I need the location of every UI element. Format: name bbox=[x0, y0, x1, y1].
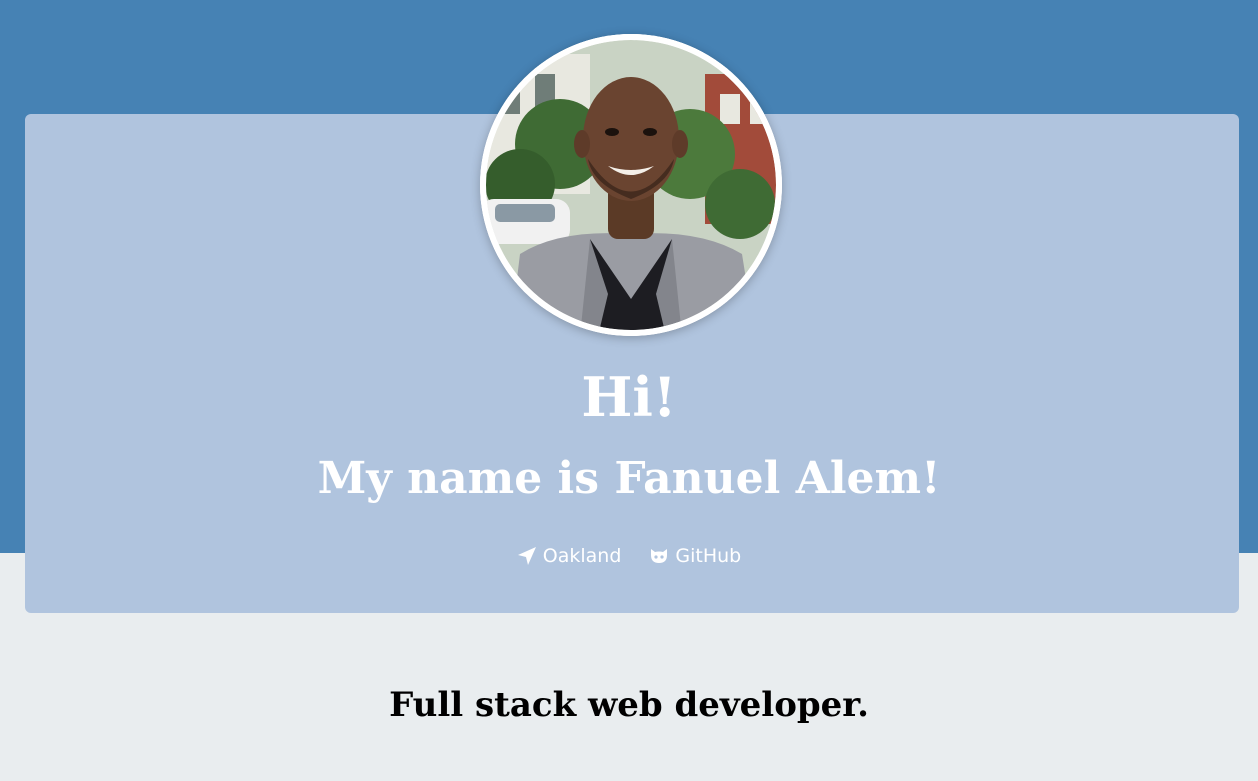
location-label: Oakland bbox=[542, 545, 622, 567]
profile-links: Oakland GitHub bbox=[0, 545, 1258, 567]
tagline: Full stack web developer. bbox=[389, 685, 869, 725]
name-heading: My name is Fanuel Alem! bbox=[317, 453, 941, 504]
profile-photo-image bbox=[480, 34, 782, 336]
github-label: GitHub bbox=[675, 545, 742, 567]
profile-photo bbox=[480, 34, 782, 336]
location-link[interactable]: Oakland bbox=[517, 545, 622, 567]
location-arrow-icon bbox=[517, 546, 537, 566]
github-icon bbox=[649, 547, 669, 565]
greeting-heading: Hi! bbox=[581, 365, 677, 429]
github-link[interactable]: GitHub bbox=[649, 545, 741, 567]
